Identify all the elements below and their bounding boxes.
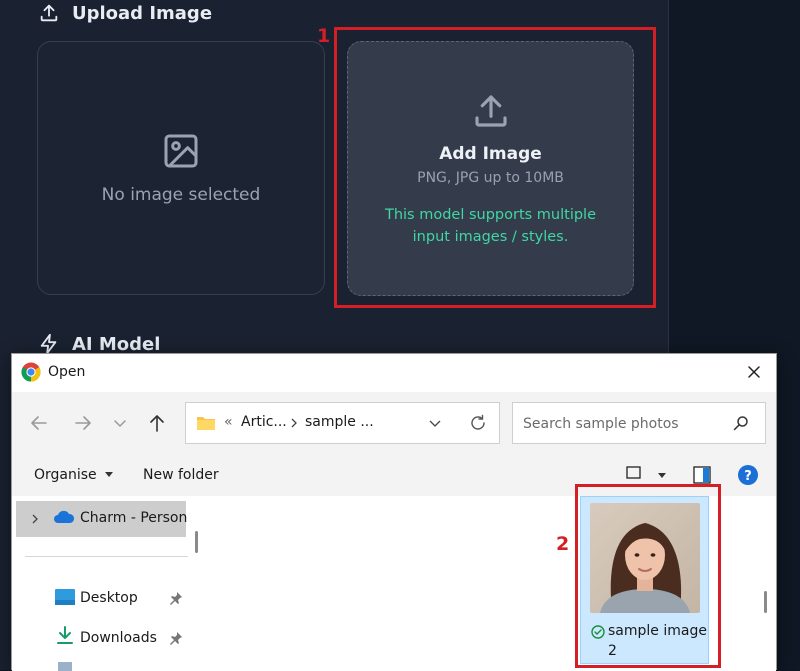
up-arrow-icon[interactable] xyxy=(146,412,168,434)
expand-chevron-icon[interactable] xyxy=(30,513,40,525)
onedrive-icon xyxy=(54,510,75,523)
view-icon xyxy=(626,466,641,479)
annotation-marker-2: 2 xyxy=(556,533,570,555)
search-input[interactable] xyxy=(521,412,725,436)
view-options-button[interactable] xyxy=(626,466,667,484)
empty-image-slot: No image selected xyxy=(37,41,325,295)
navigation-bar: « Artic... sample ... xyxy=(12,392,776,454)
back-arrow-icon[interactable] xyxy=(28,412,50,434)
image-placeholder-icon xyxy=(164,134,198,168)
navigation-pane: Charm - Personal Desktop Downloads xyxy=(12,496,207,671)
sidebar-scrollbar[interactable] xyxy=(195,531,198,553)
lightning-icon xyxy=(40,333,57,355)
close-icon[interactable] xyxy=(744,362,764,382)
dropdown-arrow-icon xyxy=(105,472,114,477)
recent-locations-chevron-icon[interactable] xyxy=(112,412,128,434)
breadcrumb-overflow[interactable]: « xyxy=(224,414,233,430)
dialog-titlebar: Open xyxy=(12,354,776,392)
folder-icon xyxy=(197,417,215,430)
dialog-title: Open xyxy=(48,364,86,380)
annotation-marker-1: 1 xyxy=(317,25,331,47)
forward-arrow-icon[interactable] xyxy=(72,412,94,434)
desktop-icon xyxy=(55,589,75,605)
sidebar-item-desktop[interactable]: Desktop xyxy=(80,590,138,606)
annotation-box-2 xyxy=(575,484,721,668)
breadcrumb-item[interactable]: Artic... xyxy=(241,414,287,430)
pin-icon xyxy=(170,632,182,645)
address-bar[interactable]: « Artic... sample ... xyxy=(185,402,500,444)
chevron-right-icon xyxy=(291,418,297,428)
pin-icon xyxy=(170,592,182,605)
new-folder-button[interactable]: New folder xyxy=(143,467,219,483)
annotation-box-1 xyxy=(334,27,656,308)
ai-model-section-header: AI Model xyxy=(38,333,160,355)
ai-model-section-title: AI Model xyxy=(72,333,161,355)
upload-section-title: Upload Image xyxy=(72,2,213,24)
preview-pane-icon[interactable] xyxy=(693,466,711,484)
empty-image-label: No image selected xyxy=(101,185,261,205)
svg-text:?: ? xyxy=(744,469,752,484)
help-icon[interactable]: ? xyxy=(738,465,758,485)
sidebar-item-downloads[interactable]: Downloads xyxy=(80,630,157,646)
upload-icon xyxy=(40,4,58,22)
downloads-icon xyxy=(57,626,73,644)
chrome-icon xyxy=(21,362,41,382)
upload-section-header: Upload Image xyxy=(38,2,212,24)
search-box[interactable] xyxy=(512,402,766,444)
sidebar-divider xyxy=(25,556,188,557)
search-icon[interactable] xyxy=(733,415,749,431)
dropdown-arrow-icon xyxy=(658,473,667,478)
organise-label: Organise xyxy=(34,467,97,483)
organise-menu[interactable]: Organise xyxy=(34,467,114,483)
content-scrollbar[interactable] xyxy=(764,591,767,613)
sidebar-item-label[interactable]: Charm - Personal xyxy=(80,510,188,526)
breadcrumb-item[interactable]: sample ... xyxy=(305,414,374,430)
chevron-down-icon[interactable] xyxy=(428,416,442,430)
refresh-icon[interactable] xyxy=(469,414,487,432)
